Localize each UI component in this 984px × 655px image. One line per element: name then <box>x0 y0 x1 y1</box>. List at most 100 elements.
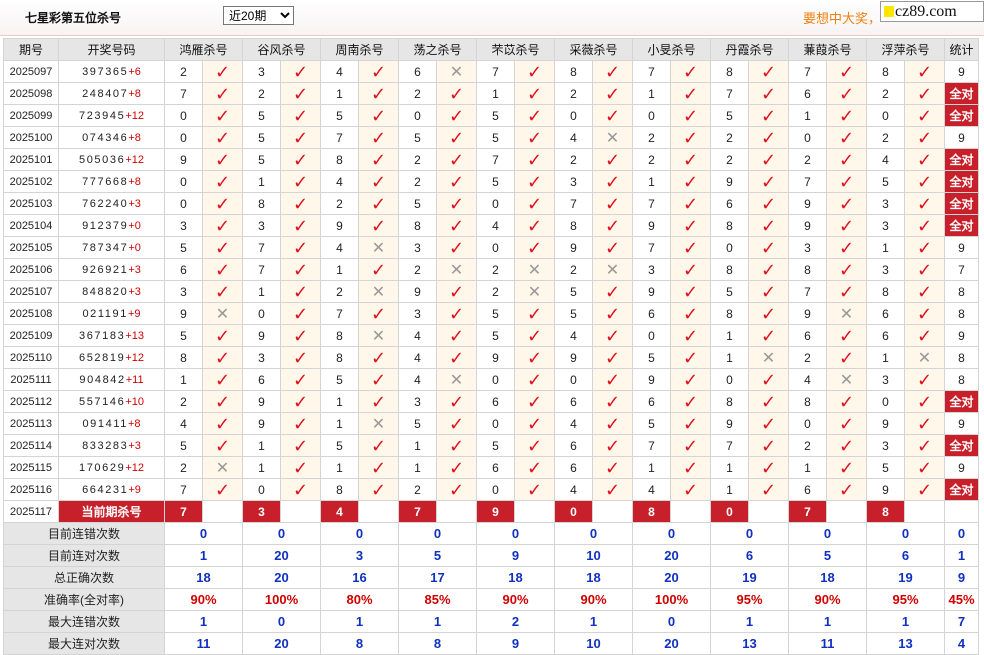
kill-number-cell: 9 <box>476 346 515 369</box>
check-icon: ✓ <box>214 61 231 82</box>
kill-number-cell: 4 <box>554 126 593 149</box>
check-icon: ✓ <box>448 479 465 500</box>
result-cell: ✓ <box>358 170 399 193</box>
result-cell: ✓ <box>670 236 711 259</box>
current-kill-number: 0 <box>710 500 749 523</box>
draw-sum: +9 <box>128 483 141 496</box>
result-cell: ✓ <box>748 82 789 105</box>
draw-number: 367183 <box>79 329 126 342</box>
check-icon: ✓ <box>838 413 855 434</box>
kill-number-cell: 3 <box>866 214 905 237</box>
draw-number: 248407 <box>82 87 129 100</box>
check-icon: ✓ <box>760 457 777 478</box>
result-cell: ✓ <box>436 412 477 435</box>
check-icon: ✓ <box>682 215 699 236</box>
draw-number: 833283 <box>82 439 129 452</box>
kill-number-cell: 2 <box>476 258 515 281</box>
kill-number-cell: 1 <box>710 456 749 479</box>
kill-number-cell: 2 <box>554 258 593 281</box>
draw-cell: 021191+9 <box>58 302 165 325</box>
result-cell: ✓ <box>904 104 945 127</box>
kill-number-cell: 3 <box>632 258 671 281</box>
result-cell: ✓ <box>436 280 477 303</box>
range-select[interactable]: 近20期 <box>223 6 294 25</box>
result-cell: ✓ <box>202 368 243 391</box>
issue-cell: 2025107 <box>3 280 59 303</box>
check-icon: ✓ <box>604 171 621 192</box>
empty-cell <box>280 500 321 523</box>
result-cell: ✓ <box>904 412 945 435</box>
result-cell: ✓ <box>748 302 789 325</box>
issue-cell: 2025111 <box>3 368 59 391</box>
kill-number-cell: 9 <box>632 214 671 237</box>
result-cell: ✓ <box>904 478 945 501</box>
result-cell: ✓ <box>826 236 867 259</box>
cross-icon: ✕ <box>371 239 386 257</box>
table-row: 2025106 926921+3 6 ✓ 7 ✓ 1 ✓ 2 ✕ 2 ✕ 2 ✕ 3 ✓ 8 ✓ 8 ✓ 3 ✓ 7 <box>3 258 979 281</box>
result-cell: ✓ <box>514 346 555 369</box>
check-icon: ✓ <box>916 237 933 258</box>
kill-number-cell: 4 <box>320 170 359 193</box>
summary-label: 总正确次数 <box>3 566 165 589</box>
col-header-expert: 浮萍杀号 <box>866 38 945 61</box>
result-cell: ✓ <box>826 126 867 149</box>
kill-number-cell: 2 <box>632 148 671 171</box>
draw-sum: +12 <box>125 351 144 364</box>
kill-number-cell: 9 <box>554 346 593 369</box>
check-icon: ✓ <box>838 479 855 500</box>
result-cell: ✓ <box>514 302 555 325</box>
draw-sum: +8 <box>127 417 141 430</box>
check-icon: ✓ <box>838 391 855 412</box>
check-icon: ✓ <box>292 435 309 456</box>
check-icon: ✓ <box>214 435 231 456</box>
draw-cell: 664231+9 <box>58 478 165 501</box>
kill-number-cell: 3 <box>398 236 437 259</box>
table-row: 2025101 505036+12 9 ✓ 5 ✓ 8 ✓ 2 ✓ 7 ✓ 2 ✓ 2 ✓ 2 ✓ 2 ✓ 4 ✓ 全对 <box>3 148 979 171</box>
table-row: 2025098 248407+8 7 ✓ 2 ✓ 1 ✓ 2 ✓ 1 ✓ 2 ✓ 1 ✓ 7 ✓ 6 ✓ 2 ✓ 全对 <box>3 82 979 105</box>
result-cell: ✓ <box>514 456 555 479</box>
check-icon: ✓ <box>604 435 621 456</box>
check-icon: ✓ <box>838 435 855 456</box>
site-logo[interactable]: cz89.com <box>880 1 984 22</box>
summary-value: 0 <box>242 522 321 545</box>
summary-stat-value: 45% <box>944 588 979 611</box>
result-cell: ✓ <box>748 478 789 501</box>
check-icon: ✓ <box>838 83 855 104</box>
result-cell: ✓ <box>592 390 633 413</box>
check-icon: ✓ <box>760 369 777 390</box>
summary-value: 0 <box>164 522 243 545</box>
summary-row: 目前连对次数 1 20 3 5 9 10 20 6 5 6 1 <box>3 544 979 567</box>
result-cell: ✓ <box>202 258 243 281</box>
kill-number-cell: 0 <box>866 104 905 127</box>
kill-number-cell: 0 <box>164 170 203 193</box>
issue-cell: 2025117 <box>3 500 59 523</box>
kill-number-cell: 8 <box>788 390 827 413</box>
result-cell: ✕ <box>826 368 867 391</box>
kill-number-cell: 1 <box>710 346 749 369</box>
stat-cell: 7 <box>944 258 979 281</box>
result-cell: ✓ <box>826 324 867 347</box>
cross-icon: ✕ <box>449 261 464 279</box>
draw-number: 021191 <box>82 307 128 320</box>
check-icon: ✓ <box>526 127 543 148</box>
result-cell: ✓ <box>280 346 321 369</box>
kill-number-cell: 0 <box>242 478 281 501</box>
summary-value: 19 <box>866 566 945 589</box>
summary-value: 0 <box>320 522 399 545</box>
summary-stat-value: 9 <box>944 566 979 589</box>
current-kill-number: 4 <box>320 500 359 523</box>
result-cell: ✓ <box>592 60 633 83</box>
promo-text[interactable]: 要想中大奖， <box>803 8 881 27</box>
check-icon: ✓ <box>292 457 309 478</box>
empty-cell <box>592 500 633 523</box>
table-row: 2025110 652819+12 8 ✓ 3 ✓ 8 ✓ 4 ✓ 9 ✓ 9 ✓ 5 ✓ 1 ✕ 2 ✓ 1 ✕ 8 <box>3 346 979 369</box>
check-icon: ✓ <box>214 479 231 500</box>
draw-number: 074346 <box>82 131 129 144</box>
kill-number-cell: 5 <box>398 412 437 435</box>
result-cell: ✓ <box>670 82 711 105</box>
summary-value: 0 <box>242 610 321 633</box>
kill-number-cell: 9 <box>320 214 359 237</box>
kill-number-cell: 5 <box>320 104 359 127</box>
check-icon: ✓ <box>682 193 699 214</box>
kill-number-cell: 7 <box>242 258 281 281</box>
